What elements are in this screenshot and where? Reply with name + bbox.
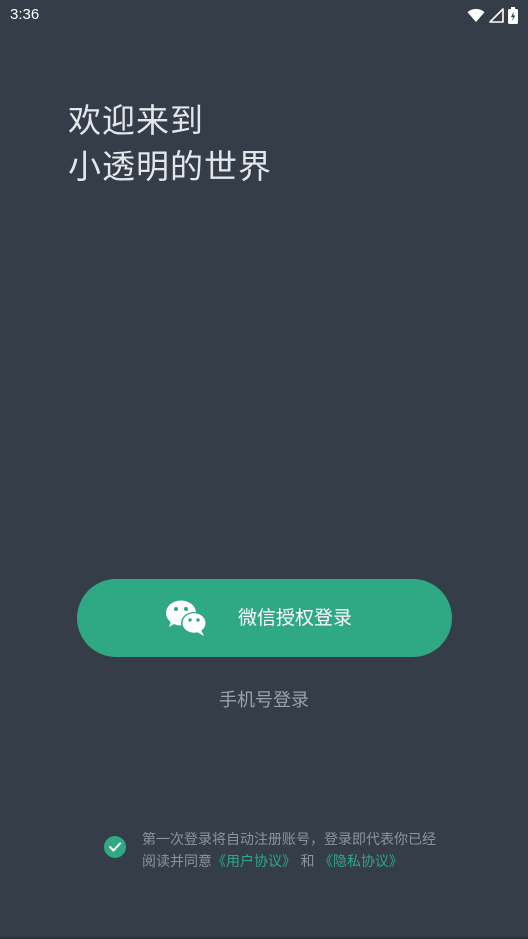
privacy-agreement-link[interactable]: 《隐私协议》 bbox=[319, 854, 403, 870]
agreement-prefix: 阅读并同意 bbox=[142, 854, 212, 870]
phone-login-container: 手机号登录 bbox=[0, 688, 528, 714]
signal-icon bbox=[489, 7, 504, 23]
agreement-text: 第一次登录将自动注册账号，登录即代表你已经 阅读并同意《用户协议》 和 《隐私协… bbox=[142, 829, 462, 873]
user-agreement-link[interactable]: 《用户协议》 bbox=[212, 854, 296, 870]
status-icons bbox=[467, 6, 518, 24]
login-screen: 3:36 欢迎来到 小透明的世界 微信授权登录 手机号登录 第一次登录将自动注册… bbox=[0, 0, 528, 939]
wechat-icon bbox=[165, 598, 209, 638]
agreement-connector: 和 bbox=[300, 854, 315, 870]
wechat-login-label: 微信授权登录 bbox=[238, 607, 353, 629]
phone-login-link[interactable]: 手机号登录 bbox=[219, 690, 309, 711]
status-bar: 3:36 bbox=[0, 0, 528, 32]
welcome-line-1: 欢迎来到 bbox=[68, 101, 204, 140]
agreement-line-1: 第一次登录将自动注册账号，登录即代表你已经 bbox=[142, 832, 436, 848]
status-time: 3:36 bbox=[10, 6, 40, 23]
battery-icon bbox=[508, 6, 518, 24]
agreement-checkbox[interactable] bbox=[104, 836, 126, 858]
wifi-icon bbox=[467, 8, 485, 23]
agreement-line-2: 阅读并同意《用户协议》 和 《隐私协议》 bbox=[142, 851, 462, 873]
welcome-line-2: 小透明的世界 bbox=[68, 147, 272, 186]
welcome-title: 欢迎来到 小透明的世界 bbox=[68, 98, 272, 190]
wechat-login-button[interactable]: 微信授权登录 bbox=[77, 579, 452, 657]
